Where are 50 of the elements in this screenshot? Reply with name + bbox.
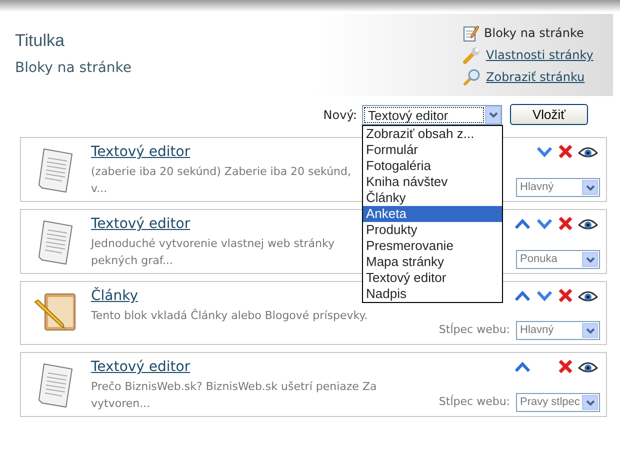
block-title-link[interactable]: Textový editor bbox=[91, 359, 190, 375]
dropdown-option[interactable]: Formulár bbox=[363, 142, 502, 158]
move-down-icon[interactable] bbox=[536, 146, 553, 158]
block-description: Jednoduché vytvorenie vlastnej web stránky pekných graf... bbox=[91, 236, 334, 269]
block-type-select[interactable]: Textový editor bbox=[362, 104, 502, 124]
eye-icon[interactable] bbox=[578, 216, 598, 231]
block-title-link[interactable]: Textový editor bbox=[91, 144, 190, 160]
eye-icon[interactable] bbox=[578, 144, 598, 159]
delete-icon[interactable] bbox=[558, 288, 573, 304]
move-down-icon[interactable] bbox=[536, 218, 553, 230]
delete-icon[interactable] bbox=[558, 144, 573, 160]
search-icon bbox=[463, 68, 481, 86]
dropdown-option[interactable]: Presmerovanie bbox=[363, 238, 502, 254]
note-pencil-icon bbox=[463, 24, 479, 42]
dropdown-option[interactable]: Zobraziť obsah z... bbox=[363, 126, 502, 142]
dropdown-option[interactable]: Produkty bbox=[363, 222, 502, 238]
move-up-icon[interactable] bbox=[514, 218, 531, 230]
column-label: Stĺpec webu: bbox=[438, 394, 510, 410]
eye-icon[interactable] bbox=[578, 360, 598, 374]
block-description: Tento blok vkladá Články alebo Blogové príspevky. bbox=[91, 308, 368, 324]
column-select[interactable]: Pravy stlpec bbox=[516, 393, 600, 412]
move-up-icon[interactable] bbox=[514, 290, 531, 302]
move-up-icon[interactable] bbox=[514, 360, 531, 373]
dropdown-option[interactable]: Kniha návštev bbox=[363, 174, 502, 190]
insert-button[interactable]: Vložiť bbox=[510, 104, 588, 125]
delete-icon[interactable] bbox=[558, 216, 573, 232]
page-title: Titulka bbox=[15, 30, 66, 52]
column-label: Stĺpec webu: bbox=[438, 322, 510, 338]
dropdown-option[interactable]: Fotogaléria bbox=[363, 158, 502, 174]
dropdown-option[interactable]: Textový editor bbox=[363, 270, 502, 286]
dropdown-option[interactable]: Anketa bbox=[363, 206, 502, 222]
move-down-icon[interactable] bbox=[536, 290, 553, 302]
block-description: Prečo BiznisWeb.sk? BiznisWeb.sk ušetrí peniaze Za vytvoren... bbox=[91, 379, 377, 412]
menu-label: Bloky na stránke bbox=[484, 25, 584, 42]
column-select[interactable]: Ponuka bbox=[516, 250, 600, 269]
new-label: Nový: bbox=[323, 106, 357, 124]
menu-link[interactable]: Vlastnosti stránky bbox=[486, 46, 594, 64]
column-select[interactable]: Hlavný bbox=[516, 178, 600, 197]
block-title-link[interactable]: Textový editor bbox=[91, 216, 190, 232]
column-select[interactable]: Hlavný bbox=[516, 321, 600, 340]
eye-icon[interactable] bbox=[578, 288, 598, 303]
menu-link[interactable]: Zobraziť stránku bbox=[486, 68, 585, 86]
block-title-link[interactable]: Články bbox=[91, 288, 138, 304]
dropdown-option[interactable]: Nadpis bbox=[363, 286, 502, 302]
dropdown-option[interactable]: Mapa stránky bbox=[363, 254, 502, 270]
block-description: (zaberie iba 20 sekúnd) Zaberie iba 20 sekúnd, v... bbox=[91, 164, 352, 197]
dropdown-option[interactable]: Články bbox=[363, 190, 502, 206]
wrench-icon bbox=[463, 46, 481, 64]
page-subtitle: Bloky na stránke bbox=[15, 58, 132, 78]
delete-icon[interactable] bbox=[558, 359, 573, 374]
